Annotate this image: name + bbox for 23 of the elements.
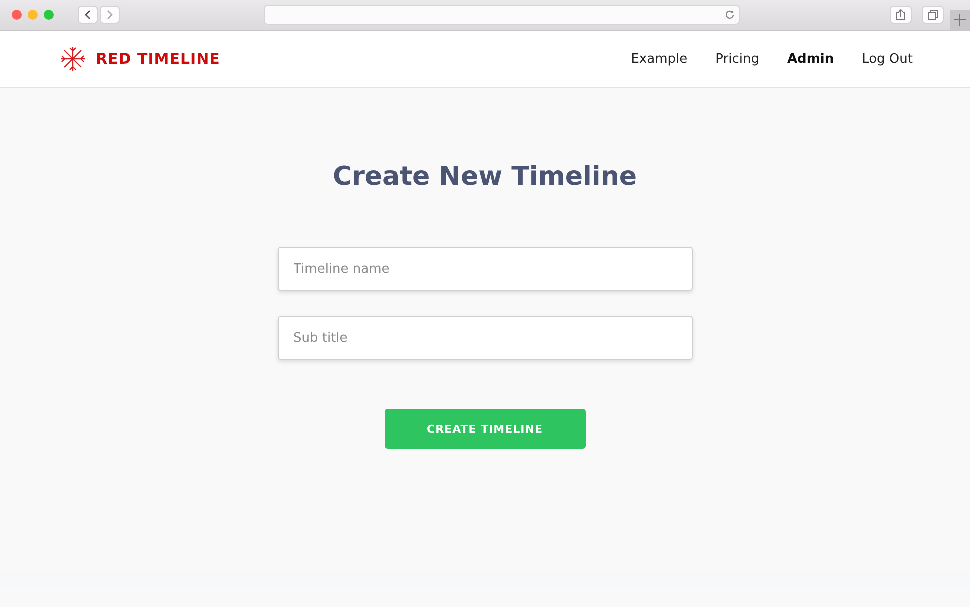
page-title: Create New Timeline (332, 162, 637, 192)
new-tab-button[interactable] (950, 10, 970, 30)
nav-link[interactable]: Pricing (716, 52, 760, 66)
nav-link[interactable]: Log Out (862, 52, 913, 66)
chevron-right-icon (106, 10, 114, 20)
plus-icon (954, 14, 966, 26)
close-window-button[interactable] (12, 10, 22, 20)
share-icon (896, 9, 906, 21)
nav-link[interactable]: Example (631, 52, 688, 66)
address-bar[interactable] (264, 5, 740, 25)
back-button[interactable] (78, 6, 98, 24)
share-button[interactable] (890, 6, 912, 24)
tabs-icon (928, 10, 938, 20)
brand-logo-link[interactable]: RED TIMELINE (60, 46, 220, 72)
tabs-button[interactable] (922, 6, 944, 24)
input-field[interactable]: Timeline name (278, 247, 692, 291)
snowflake-icon (60, 46, 86, 72)
chevron-left-icon (84, 10, 92, 20)
zoom-window-button[interactable] (44, 10, 54, 20)
input-field[interactable]: Sub title (278, 316, 692, 360)
minimize-window-button[interactable] (28, 10, 38, 20)
nav-link[interactable]: Admin (787, 52, 834, 66)
reload-icon[interactable] (725, 10, 735, 20)
